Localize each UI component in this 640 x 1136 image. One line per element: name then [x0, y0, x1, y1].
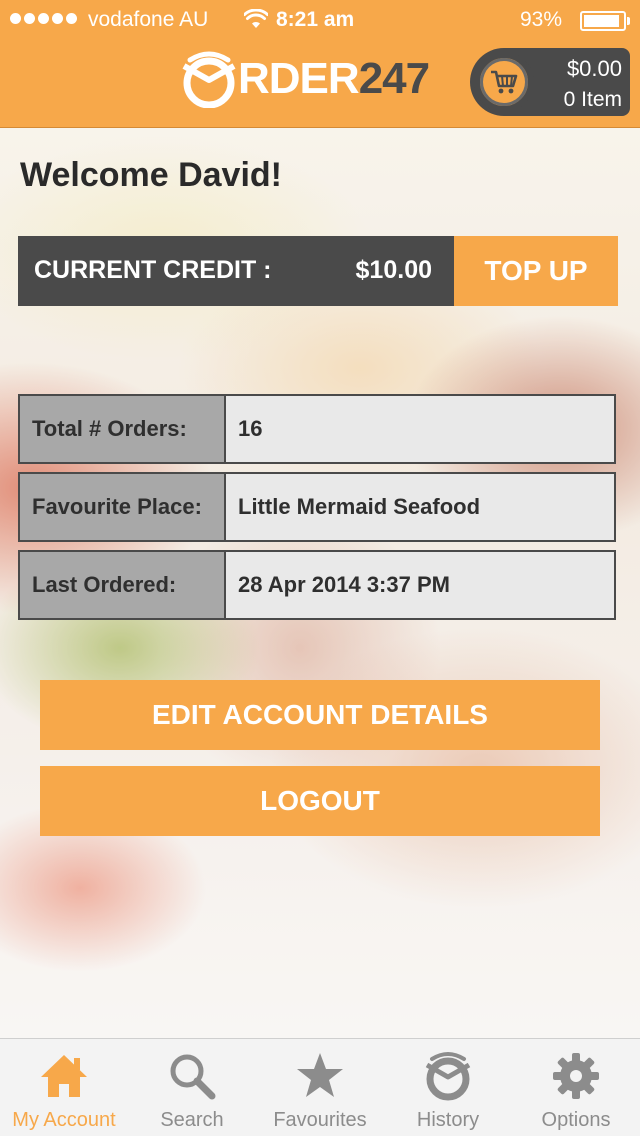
home-icon — [41, 1055, 87, 1097]
battery-percent: 93% — [520, 8, 563, 31]
cart-item-count: 0 Item — [563, 88, 622, 111]
tab-label: My Account — [12, 1109, 116, 1131]
current-credit-bar: CURRENT CREDIT : $10.00 — [18, 236, 454, 306]
tab-label: History — [416, 1109, 480, 1131]
status-time: 8:21 am — [276, 8, 355, 31]
stat-label: Last Ordered: — [20, 552, 226, 618]
bottom-tab-bar: My Account Search Favourites History Opt… — [0, 1038, 640, 1136]
stat-value: 28 Apr 2014 3:37 PM — [238, 572, 450, 597]
cart-summary-button[interactable]: $0.00 0 Item — [470, 48, 630, 116]
tab-history[interactable]: History — [384, 1039, 512, 1136]
gear-icon — [553, 1053, 599, 1099]
stat-row-favourite-place: Favourite Place: Little Mermaid Seafood — [18, 472, 616, 542]
cart-amount: $0.00 — [566, 56, 622, 81]
history-icon — [425, 1052, 471, 1101]
stat-value: 16 — [238, 416, 263, 441]
stat-row-last-ordered: Last Ordered: 28 Apr 2014 3:37 PM — [18, 550, 616, 620]
stat-row-total-orders: Total # Orders: 16 — [18, 394, 616, 464]
star-icon — [297, 1053, 343, 1097]
battery-icon — [580, 11, 626, 31]
shopping-cart-icon — [491, 70, 518, 94]
logo-text-primary: RDER — [238, 54, 360, 103]
top-up-button[interactable]: TOP UP — [454, 236, 618, 306]
logo-plate-icon — [182, 51, 236, 108]
tab-options[interactable]: Options — [512, 1039, 640, 1136]
signal-strength-icon — [10, 13, 77, 24]
battery-tip — [627, 17, 630, 25]
logo-text-secondary: 247 — [358, 54, 430, 103]
credit-value: $10.00 — [355, 256, 432, 284]
credit-label: CURRENT CREDIT : — [34, 256, 272, 284]
tab-my-account[interactable]: My Account — [0, 1039, 128, 1136]
wifi-icon — [244, 9, 268, 28]
order247-logo: RDER 247 — [180, 48, 430, 110]
status-bar: vodafone AU 8:21 am 93% — [0, 0, 640, 40]
stat-value: Little Mermaid Seafood — [238, 494, 481, 519]
tab-search[interactable]: Search — [128, 1039, 256, 1136]
stat-label: Total # Orders: — [20, 396, 226, 462]
battery-level — [584, 15, 619, 27]
welcome-heading: Welcome David! — [20, 156, 283, 194]
tab-label: Favourites — [273, 1109, 367, 1131]
tab-favourites[interactable]: Favourites — [256, 1039, 384, 1136]
cart-icon-badge — [474, 52, 534, 112]
tab-label: Search — [160, 1109, 224, 1131]
tab-label: Options — [541, 1109, 611, 1131]
app-header: vodafone AU 8:21 am 93% RDER 247 $0.00 0… — [0, 0, 640, 128]
stat-label: Favourite Place: — [20, 474, 226, 540]
edit-account-details-button[interactable]: EDIT ACCOUNT DETAILS — [40, 680, 600, 750]
carrier-name: vodafone AU — [88, 8, 209, 31]
logout-button[interactable]: LOGOUT — [40, 766, 600, 836]
search-icon — [170, 1054, 216, 1100]
